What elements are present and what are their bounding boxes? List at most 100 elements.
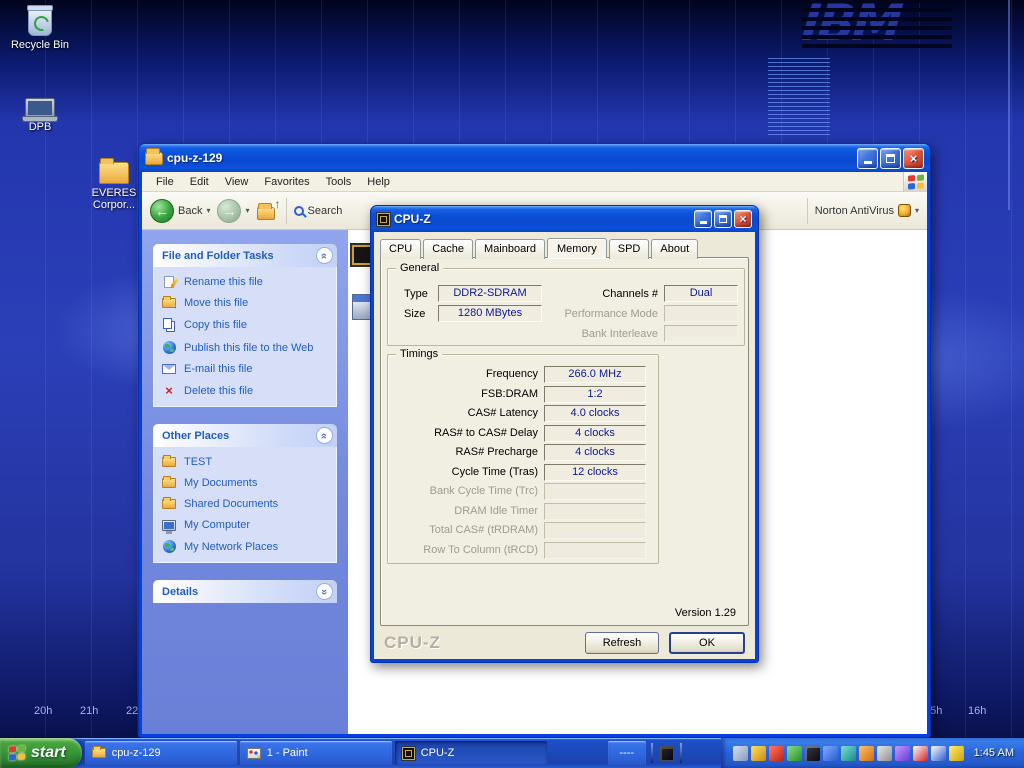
explorer-titlebar[interactable]: cpu-z-129 × [139, 144, 930, 172]
bank-interleave-value [664, 325, 738, 342]
place-shared-documents[interactable]: Shared Documents [161, 498, 329, 510]
tray-icon[interactable] [823, 746, 838, 761]
taskbar-button-cpu-z-129[interactable]: cpu-z-129 [85, 741, 237, 765]
tab-mainboard[interactable]: Mainboard [475, 239, 545, 259]
menu-file[interactable]: File [148, 173, 182, 191]
timing-label: FSB:DRAM [390, 388, 538, 400]
mail-icon [162, 364, 176, 374]
tray-icon[interactable] [805, 746, 820, 761]
desktop-icon-label: Recycle Bin [6, 39, 74, 51]
minimize-button[interactable] [694, 210, 712, 228]
up-button[interactable]: ↑ [257, 202, 279, 220]
close-button[interactable]: × [903, 148, 924, 169]
details-header[interactable]: Details » [153, 580, 337, 603]
timing-label: RAS# to CAS# Delay [390, 427, 538, 439]
tray-icon[interactable] [895, 746, 910, 761]
timing-row: Total CAS# (tRDRAM) [388, 522, 658, 540]
collapse-chevron-icon[interactable]: » [316, 427, 333, 444]
forward-button[interactable]: → ▾ [217, 199, 249, 223]
maximize-button[interactable] [880, 148, 901, 169]
timing-value: 4.0 clocks [544, 405, 646, 422]
timing-label: Total CAS# (tRDRAM) [390, 524, 538, 536]
desktop-icon-recycle-bin[interactable]: Recycle Bin [6, 4, 74, 51]
expand-chevron-icon[interactable]: » [316, 583, 333, 600]
ok-button[interactable]: OK [669, 632, 745, 654]
channels-value: Dual [664, 285, 738, 302]
task-copy-this-file[interactable]: Copy this file [161, 318, 329, 332]
tab-cache[interactable]: Cache [423, 239, 473, 259]
task-publish-to-web[interactable]: Publish this file to the Web [161, 341, 329, 354]
taskbar-button-mini[interactable]: ---- [608, 741, 646, 765]
norton-antivirus-button[interactable]: Norton AntiVirus ▾ [815, 204, 919, 217]
tab-about[interactable]: About [651, 239, 698, 259]
start-button[interactable]: start [0, 738, 82, 768]
tray-icon[interactable] [859, 746, 874, 761]
tab-cpu[interactable]: CPU [380, 239, 421, 259]
back-icon: ← [150, 199, 174, 223]
desktop-icon-label: DPB [6, 121, 74, 133]
tray-icon[interactable] [733, 746, 748, 761]
folder-icon [162, 499, 176, 509]
menu-help[interactable]: Help [359, 173, 398, 191]
menu-view[interactable]: View [217, 173, 257, 191]
tray-icon[interactable] [841, 746, 856, 761]
task-move-this-file[interactable]: Move this file [161, 297, 329, 309]
timing-label: DRAM Idle Timer [390, 505, 538, 517]
laptop-icon [25, 98, 55, 118]
place-test[interactable]: TEST [161, 456, 329, 468]
menu-tools[interactable]: Tools [318, 173, 360, 191]
chip-icon [377, 213, 390, 226]
taskbar-button-paint[interactable]: 1 - Paint [240, 741, 392, 765]
minimize-button[interactable] [857, 148, 878, 169]
taskbar-separator [651, 743, 653, 763]
wallpaper-line [1008, 0, 1010, 210]
taskbar-button-cpuz[interactable]: CPU-Z [395, 741, 547, 765]
tray-icon[interactable] [769, 746, 784, 761]
channels-label: Channels # [558, 288, 658, 300]
task-label: Copy this file [184, 319, 247, 331]
file-folder-tasks-panel: File and Folder Tasks » Rename this file… [153, 244, 337, 407]
tab-spd[interactable]: SPD [609, 239, 650, 259]
timing-value [544, 542, 646, 559]
menu-edit[interactable]: Edit [182, 173, 217, 191]
wallpaper-stripes [768, 58, 830, 136]
cpuz-titlebar[interactable]: CPU-Z × [371, 206, 758, 232]
taskbar: start cpu-z-129 1 - Paint CPU-Z ---- [0, 738, 1024, 768]
back-button[interactable]: ← Back ▾ [150, 199, 210, 223]
task-label: Delete this file [184, 385, 253, 397]
tab-memory[interactable]: Memory [547, 238, 607, 258]
place-my-computer[interactable]: My Computer [161, 519, 329, 531]
place-my-documents[interactable]: My Documents [161, 477, 329, 489]
desktop-icon-dpb[interactable]: DPB [6, 86, 74, 133]
taskbar-tool-icon[interactable] [659, 746, 674, 761]
tray-icon[interactable] [751, 746, 766, 761]
other-places-header[interactable]: Other Places » [153, 424, 337, 447]
type-label: Type [404, 288, 428, 300]
other-places-panel: Other Places » TEST My Documents [153, 424, 337, 563]
forward-icon: → [217, 199, 241, 223]
task-delete-this-file[interactable]: × Delete this file [161, 384, 329, 397]
place-my-network-places[interactable]: My Network Places [161, 540, 329, 553]
tray-icon[interactable] [949, 746, 964, 761]
maximize-button[interactable] [714, 210, 732, 228]
task-rename-this-file[interactable]: Rename this file [161, 276, 329, 288]
refresh-button[interactable]: Refresh [585, 632, 659, 654]
place-label: My Network Places [184, 541, 278, 553]
desktop-icon-everes[interactable]: EVERES Corpor... [84, 152, 144, 211]
toolbar-separator [807, 198, 808, 224]
collapse-chevron-icon[interactable]: » [316, 247, 333, 264]
taskbar-button-label: 1 - Paint [267, 747, 308, 759]
timing-value: 266.0 MHz [544, 366, 646, 383]
tray-icon[interactable] [931, 746, 946, 761]
norton-label: Norton AntiVirus [815, 205, 894, 217]
tray-icon[interactable] [787, 746, 802, 761]
task-email-this-file[interactable]: E-mail this file [161, 363, 329, 375]
menu-favorites[interactable]: Favorites [256, 173, 317, 191]
file-folder-tasks-header[interactable]: File and Folder Tasks » [153, 244, 337, 267]
close-button[interactable]: × [734, 210, 752, 228]
timezone-label: 21h [80, 705, 98, 717]
tray-icon[interactable] [913, 746, 928, 761]
rename-icon [164, 276, 174, 288]
tray-icon[interactable] [877, 746, 892, 761]
search-button[interactable]: Search [294, 205, 343, 217]
